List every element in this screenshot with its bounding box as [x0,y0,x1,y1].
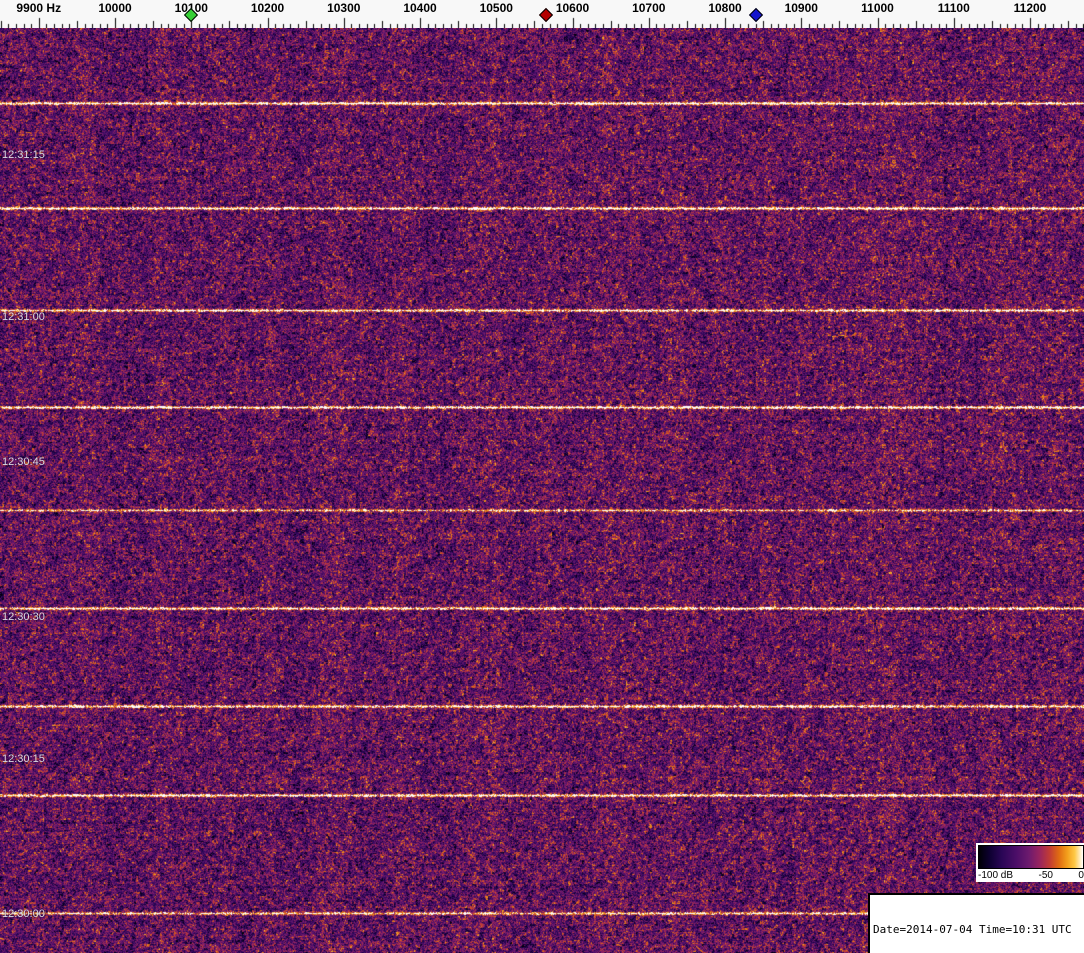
color-scale-labels: -100 dB -50 0 [978,870,1084,881]
freq-tick-label: 10000 [98,1,132,15]
freq-tick-label: 11000 [861,1,894,15]
freq-tick-label: 10200 [250,1,285,15]
time-axis-label: 12:31:00 [2,311,45,323]
info-box: Date=2014-07-04 Time=10:31 UTC Freq=143 … [868,893,1084,953]
waterfall-area: 12:31:15 12:31:00 12:30:45 12:30:30 12:30:15… [0,28,1084,953]
legend-min-label: -100 dB [978,870,1014,881]
freq-tick-label: 10300 [327,1,361,15]
freq-tick-label: 10800 [708,1,742,15]
freq-tick-label: 11100 [937,1,970,15]
color-scale-legend: -100 dB -50 0 [976,843,1084,882]
legend-max-label: 0 [1078,870,1084,881]
time-axis-label: 12:31:15 [2,149,45,161]
freq-tick-label: 10700 [632,1,666,15]
spectrogram-canvas[interactable] [0,28,1084,953]
frequency-ruler[interactable]: 9900 Hz100001010010200103001040010500106… [0,0,1084,28]
spectrogram-app: 9900 Hz100001010010200103001040010500106… [0,0,1084,953]
freq-tick-label: 10500 [479,1,513,15]
freq-tick-label: 11200 [1013,1,1047,15]
freq-tick-label: 10900 [784,1,818,15]
freq-tick-label: 10600 [555,1,590,15]
time-axis-label: 12:30:30 [2,611,45,623]
time-axis-label: 12:30:15 [2,753,45,765]
legend-mid-label: -50 [1038,870,1053,881]
freq-tick-label: 9900 Hz [16,1,62,15]
freq-tick-label: 10400 [403,1,437,15]
color-scale-gradient [978,845,1084,869]
time-axis-label: 12:30:00 [2,908,45,920]
info-date-time: Date=2014-07-04 Time=10:31 UTC [873,923,1072,936]
time-axis-label: 12:30:45 [2,456,45,468]
